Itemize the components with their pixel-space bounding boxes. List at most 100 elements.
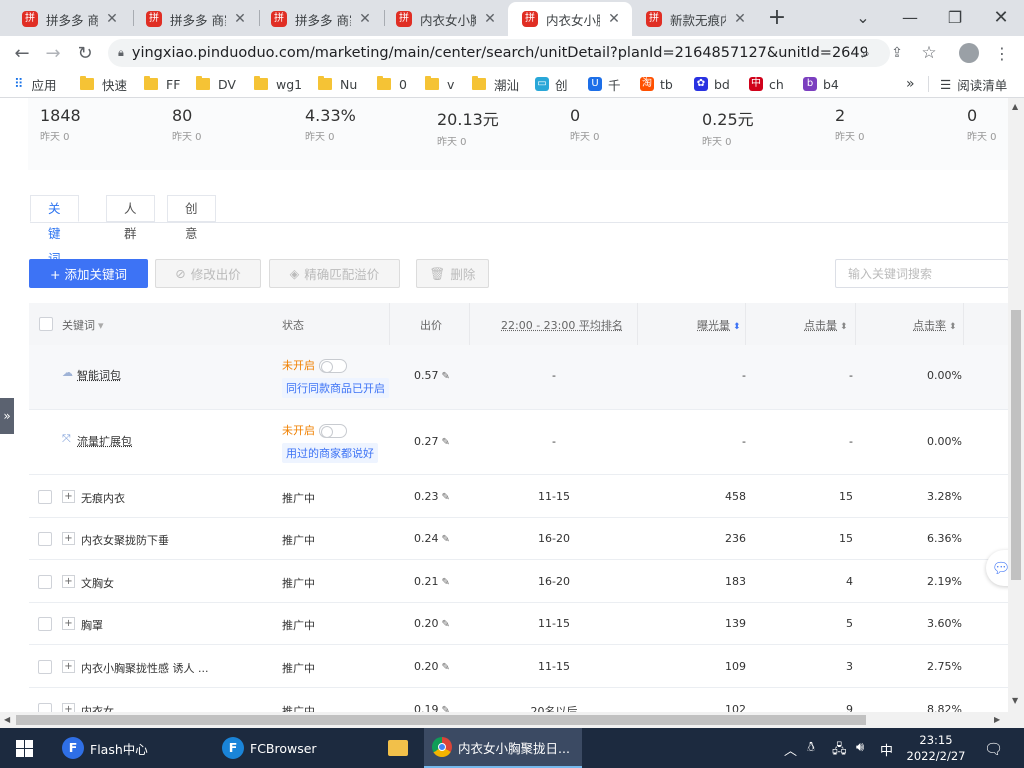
clock[interactable]: 23:15 2022/2/27: [900, 732, 972, 764]
bid-cell[interactable]: 0.27 ✎: [414, 435, 450, 448]
expand-row-icon[interactable]: +: [62, 532, 75, 545]
special-row-name[interactable]: 流量扩展包: [77, 433, 132, 449]
sort-icon[interactable]: ⬍: [733, 322, 741, 332]
browser-tab-6[interactable]: 拼 新款无痕内 ✕: [632, 2, 758, 36]
window-close-icon[interactable]: ✕: [986, 4, 1016, 30]
ime-indicator[interactable]: 中: [880, 740, 893, 759]
browser-menu-icon[interactable]: ⋮: [989, 40, 1015, 66]
bid-cell[interactable]: 0.57 ✎: [414, 369, 450, 382]
row-checkbox[interactable]: [38, 532, 52, 546]
taskbar-chrome[interactable]: 内衣女小胸聚拢日...: [424, 728, 582, 768]
row-checkbox[interactable]: [38, 490, 52, 504]
bookmark-9[interactable]: ▭ 创: [535, 75, 568, 93]
windows-start-icon[interactable]: [0, 728, 48, 768]
lock-icon[interactable]: 🔒︎: [118, 46, 124, 60]
table-row[interactable]: + 胸罩 推广中 0.20 ✎ 11-15 139 5 3.60%: [29, 603, 1009, 645]
close-icon[interactable]: ✕: [104, 11, 120, 27]
header-keyword[interactable]: 关键词 ▾: [62, 317, 104, 333]
bookmark-folder-2[interactable]: FF: [144, 75, 180, 93]
browser-tab-2[interactable]: 拼 拼多多 商家 ✕: [132, 2, 258, 36]
back-icon[interactable]: ←: [9, 40, 35, 66]
expand-row-icon[interactable]: +: [62, 575, 75, 588]
modify-bid-button[interactable]: ⊘ 修改出价: [155, 259, 261, 288]
header-ctr[interactable]: 点击率 ⬍: [913, 317, 957, 333]
vertical-scroll-thumb[interactable]: [1011, 310, 1021, 580]
profile-avatar-icon[interactable]: [956, 40, 982, 66]
table-row[interactable]: + 内衣小胸聚拢性感 诱人 ... 推广中 0.20 ✎ 11-15 109 3 …: [29, 645, 1009, 688]
address-bar[interactable]: 🔒︎ yingxiao.pinduoduo.com/marketing/main…: [108, 39, 890, 67]
taskbar-flash-center[interactable]: F Flash中心: [56, 728, 206, 768]
browser-tab-5-active[interactable]: 拼 内衣女小胸 ✕: [508, 2, 632, 36]
horizontal-scrollbar[interactable]: ◀ ▶: [0, 712, 1024, 728]
bookmark-folder-5[interactable]: Nu: [318, 75, 357, 93]
bookmark-folder-1[interactable]: 快速: [80, 75, 127, 93]
bid-cell[interactable]: 0.21 ✎: [414, 575, 450, 588]
add-keyword-button[interactable]: + 添加关键词: [29, 259, 148, 288]
table-row[interactable]: + 文胸女 推广中 0.21 ✎ 16-20 183 4 2.19%: [29, 560, 1009, 603]
bookmark-13[interactable]: 中 ch: [749, 75, 784, 93]
sidebar-expand-handle[interactable]: »: [0, 398, 14, 434]
row-checkbox[interactable]: [38, 617, 52, 631]
url-text[interactable]: yingxiao.pinduoduo.com/marketing/main/ce…: [132, 45, 867, 61]
edit-icon[interactable]: ✎: [442, 705, 450, 712]
tab-creative[interactable]: 创意: [167, 195, 216, 241]
select-all-checkbox[interactable]: [39, 317, 53, 331]
close-icon[interactable]: ✕: [232, 11, 248, 27]
edit-icon[interactable]: ✎: [442, 534, 450, 545]
reading-list[interactable]: ☰ 阅读清单: [940, 75, 1007, 93]
tab-search-icon[interactable]: ⌄: [848, 4, 878, 30]
header-clicks[interactable]: 点击量 ⬍: [804, 317, 848, 333]
notification-center-icon[interactable]: 🗨︎: [984, 740, 1003, 758]
bid-cell[interactable]: 0.24 ✎: [414, 532, 450, 545]
close-icon[interactable]: ✕: [732, 11, 748, 27]
bookmark-12[interactable]: ✿ bd: [694, 75, 730, 93]
edit-icon[interactable]: ✎: [442, 619, 450, 630]
bookmark-folder-4[interactable]: wg1: [254, 75, 302, 93]
sort-icon[interactable]: ⬍: [840, 322, 848, 332]
sort-icon[interactable]: ⬍: [949, 322, 957, 332]
tab-keywords[interactable]: 关键词: [30, 195, 79, 266]
more-bookmarks-button[interactable]: »: [906, 75, 915, 93]
bid-cell[interactable]: 0.19 ✎: [414, 703, 450, 712]
volume-icon[interactable]: 🔊︎: [856, 740, 864, 755]
restore-icon[interactable]: ❐: [940, 4, 970, 30]
bookmark-10[interactable]: U千: [588, 75, 621, 93]
expand-row-icon[interactable]: +: [62, 490, 75, 503]
browser-tab-3[interactable]: 拼 拼多多 商家 ✕: [257, 2, 383, 36]
exact-match-premium-button[interactable]: ◈ 精确匹配溢价: [269, 259, 400, 288]
edit-icon[interactable]: ✎: [442, 492, 450, 503]
taskbar-file-explorer[interactable]: [378, 728, 418, 768]
bookmark-folder-8[interactable]: 潮汕: [472, 75, 519, 93]
show-hidden-icons-icon[interactable]: ︿: [784, 740, 797, 759]
close-icon[interactable]: ✕: [357, 11, 373, 27]
close-icon[interactable]: ✕: [606, 11, 622, 27]
browser-tab-4[interactable]: 拼 内衣女小胸 ✕: [382, 2, 508, 36]
special-row-name[interactable]: 智能词包: [77, 367, 121, 383]
delete-button[interactable]: 🗑︎ 删除: [416, 259, 489, 288]
qq-penguin-icon[interactable]: 🐧︎: [807, 740, 815, 756]
network-icon[interactable]: 🖧︎: [832, 740, 847, 762]
expand-row-icon[interactable]: +: [62, 617, 75, 630]
forward-icon[interactable]: →: [40, 40, 66, 66]
bid-cell[interactable]: 0.20 ✎: [414, 660, 450, 673]
edit-icon[interactable]: ✎: [442, 371, 450, 382]
browser-tab-1[interactable]: 拼 拼多多 商家 ✕: [8, 2, 130, 36]
minimize-icon[interactable]: —: [895, 4, 925, 30]
bookmark-apps[interactable]: ⠿ 应用: [14, 75, 57, 93]
filter-icon[interactable]: ▾: [98, 319, 104, 332]
keyword-search-input[interactable]: [835, 259, 1009, 288]
table-row[interactable]: + 内衣女聚拢防下垂 推广中 0.24 ✎ 16-20 236 15 6.36%: [29, 518, 1009, 560]
edit-icon[interactable]: ✎: [442, 577, 450, 588]
reload-icon[interactable]: ↻: [72, 40, 98, 66]
row-checkbox[interactable]: [38, 660, 52, 674]
edit-icon[interactable]: ✎: [442, 437, 450, 448]
row-checkbox[interactable]: [38, 575, 52, 589]
taskbar-fcbrowser[interactable]: F FCBrowser: [216, 728, 376, 768]
bid-cell[interactable]: 0.20 ✎: [414, 617, 450, 630]
enable-toggle[interactable]: [319, 424, 347, 438]
tab-audience[interactable]: 人群: [106, 195, 155, 241]
share-icon[interactable]: ⇪: [884, 40, 910, 66]
zoom-icon[interactable]: ⌕: [853, 40, 879, 66]
table-row[interactable]: + 无痕内衣 推广中 0.23 ✎ 11-15 458 15 3.28%: [29, 475, 1009, 518]
expand-row-icon[interactable]: +: [62, 660, 75, 673]
